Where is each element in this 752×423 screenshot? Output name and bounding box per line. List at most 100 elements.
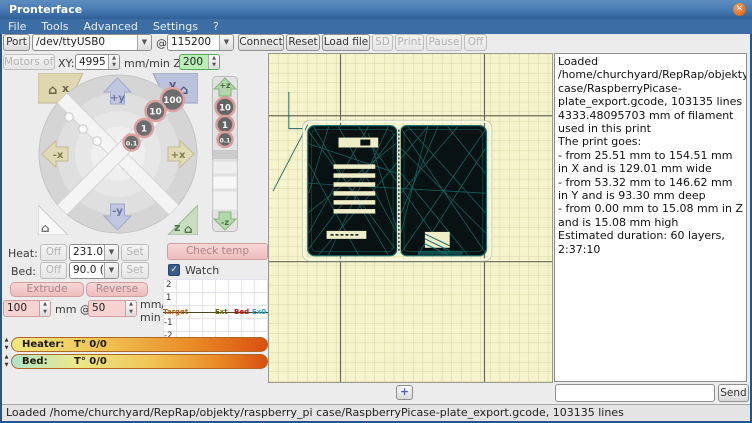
sd-button[interactable]: SD (372, 34, 393, 51)
extrude-length-spin-up[interactable]: ▲ (40, 301, 50, 309)
menu-advanced[interactable]: Advanced (84, 20, 138, 33)
graph-series-ext: Ext (215, 308, 228, 316)
z-distance-10-label: 10 (219, 104, 231, 114)
bed-gauge-spinner[interactable]: ▲ ▼ (2, 354, 11, 369)
pause-button[interactable]: Pause (426, 34, 462, 51)
xy-feed-value: 4995 (76, 55, 108, 69)
window-title: Pronterface (9, 3, 82, 16)
send-button[interactable]: Send (718, 384, 749, 402)
chevron-down-icon[interactable]: ▼ (104, 245, 118, 260)
plus-z-label: +z (219, 81, 231, 90)
minus-z-label: -z (221, 218, 229, 227)
chevron-down-icon[interactable]: ▼ (137, 35, 151, 50)
extrude-length-value: 100 (4, 301, 39, 316)
port-select-value: /dev/ttyUSB0 (33, 35, 137, 50)
xy-feed-spinner[interactable]: 4995 ▲ ▼ (75, 54, 120, 70)
home-icon: ⌂ (41, 221, 50, 235)
port-select[interactable]: /dev/ttyUSB0 ▼ (32, 34, 152, 51)
reverse-button[interactable]: Reverse (86, 282, 148, 297)
minus-x-label: -x (53, 150, 64, 161)
watch-checkbox[interactable]: ✓ (168, 264, 180, 276)
plus-y-label: +y (110, 93, 125, 104)
load-file-button[interactable]: Load file (322, 34, 370, 51)
extrude-speed-value: 50 (89, 301, 125, 316)
z-slot[interactable] (213, 191, 237, 210)
chevron-down-icon[interactable]: ▼ (104, 263, 118, 278)
z-feed-label: mm/min Z: (124, 57, 185, 70)
xy-feed-spin-down[interactable]: ▼ (109, 62, 119, 69)
heater-gauge-spinner[interactable]: ▲ ▼ (2, 337, 11, 352)
home-icon: ⌂ (48, 83, 57, 98)
command-input[interactable] (555, 384, 715, 402)
graph-series-ex0: Ex0 (252, 308, 266, 316)
bed-off-button[interactable]: Off (40, 262, 67, 279)
port-button[interactable]: Port (3, 34, 30, 51)
z-slot[interactable] (213, 176, 237, 189)
distance-dot[interactable] (79, 125, 87, 133)
menu-tools[interactable]: Tools (41, 20, 68, 33)
z-distance-01-label: 0.1 (220, 138, 231, 145)
xy-feed-label: XY: (58, 57, 75, 70)
extrude-speed-spinner[interactable]: 50 ▲ ▼ (88, 300, 137, 317)
xy-feed-spin-up[interactable]: ▲ (109, 55, 119, 62)
heater-gauge-label: Heater: (12, 339, 74, 350)
menu-bar: File Tools Advanced Settings ? (0, 19, 752, 34)
heat-temp-select[interactable]: 231.0 (u ▼ (69, 244, 119, 261)
connect-button[interactable]: Connect (238, 34, 284, 51)
chevron-down-icon[interactable]: ▼ (219, 35, 233, 50)
baud-select-value: 115200 (168, 35, 219, 50)
baud-select[interactable]: 115200 ▼ (167, 34, 234, 51)
xy-distance-100-label: 100 (163, 96, 182, 106)
bed-temp-value: 90.0 (u (70, 263, 104, 278)
heat-set-button[interactable]: Set (121, 244, 149, 261)
temp-graph: 2 1 -1 -2 Target Ext Bed Ex0 (163, 279, 268, 346)
xy-distance-10-label: 10 (149, 108, 162, 118)
home-icon: ⌂ (184, 222, 193, 235)
graph-ytick: 1 (166, 293, 171, 303)
menu-file[interactable]: File (8, 20, 26, 33)
extrude-speed-spin-up[interactable]: ▲ (126, 301, 136, 309)
status-bar: Loaded /home/churchyard/RepRap/objekty/r… (2, 404, 750, 421)
z-feed-spin-up[interactable]: ▲ (209, 55, 219, 62)
viewer-zoom-in-button[interactable]: + (396, 385, 413, 400)
close-icon[interactable]: ✕ (733, 3, 746, 16)
bed-gauge-label: Bed: (12, 356, 74, 367)
xy-distance-01-label: 0.1 (126, 140, 138, 148)
minus-y-label: -y (112, 206, 123, 217)
motors-off-button[interactable]: Motors off (3, 54, 55, 70)
bed-set-button[interactable]: Set (121, 262, 149, 279)
graph-ytick: 2 (166, 280, 171, 290)
z-distance-1-label: 1 (222, 121, 228, 131)
window-titlebar[interactable]: Pronterface (0, 0, 752, 19)
bed-gauge-spin-down[interactable]: ▼ (2, 362, 11, 370)
heat-off-button[interactable]: Off (40, 244, 67, 261)
bed-gauge-spin-up[interactable]: ▲ (2, 354, 11, 362)
graph-series-target: Target (163, 308, 188, 316)
bed-temp-select[interactable]: 90.0 (u ▼ (69, 262, 119, 279)
distance-dot[interactable] (93, 137, 101, 145)
console-log[interactable]: Loaded /home/churchyard/RepRap/objekty/r… (554, 53, 747, 382)
menu-settings[interactable]: Settings (153, 20, 198, 33)
bed-gauge[interactable]: Bed: T° 0/0 (11, 354, 268, 369)
z-feed-spin-down[interactable]: ▼ (209, 62, 219, 69)
reset-button[interactable]: Reset (286, 34, 320, 51)
bed-gauge-value: T° 0/0 (74, 356, 107, 367)
extrude-length-spinner[interactable]: 100 ▲ ▼ (3, 300, 51, 317)
mm-at-label: mm @ (55, 303, 91, 316)
heater-gauge-spin-up[interactable]: ▲ (2, 337, 11, 345)
distance-dot[interactable] (65, 113, 73, 121)
z-feed-spinner[interactable]: 200 ▲ ▼ (179, 54, 220, 70)
print-button[interactable]: Print (395, 34, 424, 51)
menu-help[interactable]: ? (213, 20, 219, 33)
check-temp-button[interactable]: Check temp (167, 243, 268, 260)
z-slider-handle[interactable] (213, 150, 237, 159)
heater-gauge-spin-down[interactable]: ▼ (2, 345, 11, 353)
extrude-button[interactable]: Extrude (10, 282, 84, 297)
extrude-speed-spin-down[interactable]: ▼ (126, 309, 136, 317)
z-slot[interactable] (213, 161, 237, 174)
heater-gauge[interactable]: Heater: T° 0/0 (11, 337, 268, 352)
heat-temp-value: 231.0 (u (70, 245, 104, 260)
extrude-length-spin-down[interactable]: ▼ (40, 309, 50, 317)
gcode-viewer-canvas[interactable] (268, 53, 553, 383)
off-button[interactable]: Off (464, 34, 487, 51)
